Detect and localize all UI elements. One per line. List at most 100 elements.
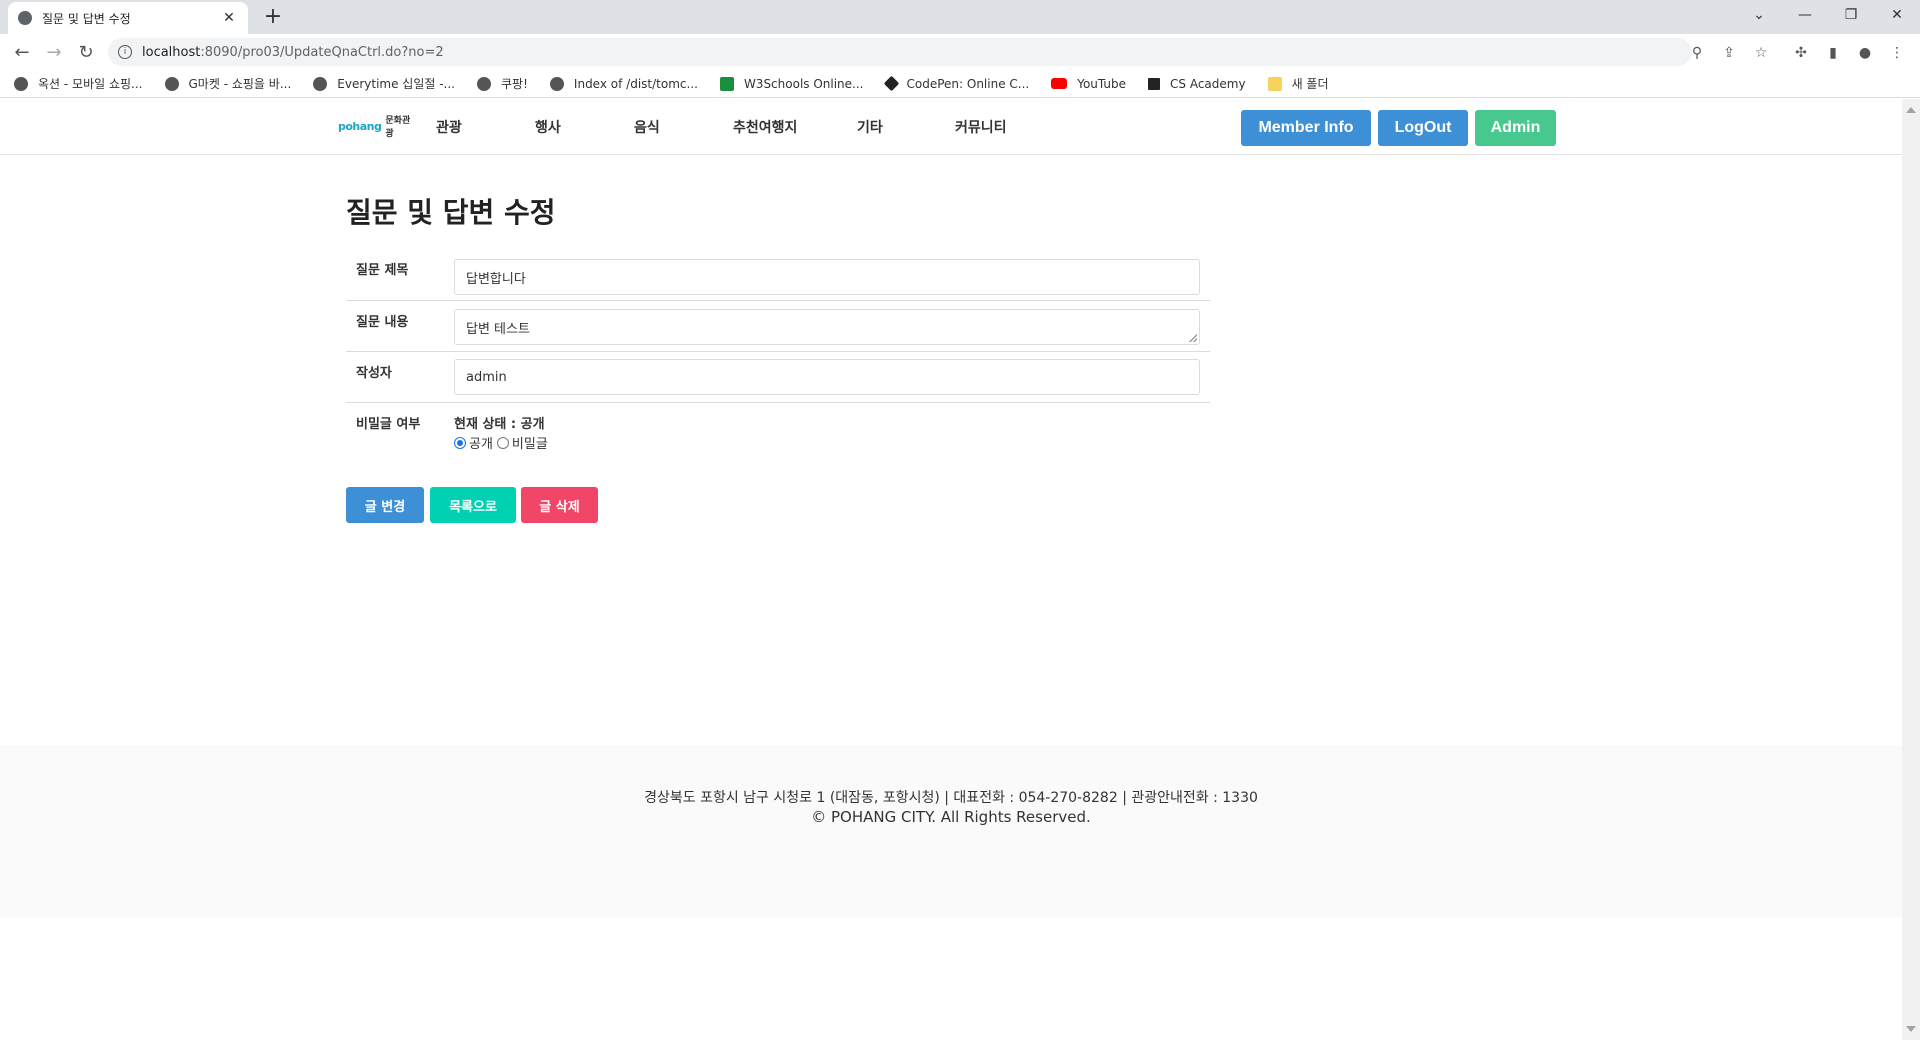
restore-button[interactable]: ❐ (1828, 0, 1874, 30)
menu-tourism[interactable]: 관광 (436, 117, 462, 137)
author-input[interactable]: admin (454, 359, 1200, 395)
title-label: 질문 제목 (356, 263, 409, 278)
bookmark-item[interactable]: G마켓 - 쇼핑을 바... (164, 75, 292, 92)
title-row: 질문 제목 답변합니다 (346, 249, 1210, 301)
page-viewport: pohang 문화관광 관광 행사 음식 추천여행지 기타 커뮤니티 Membe… (0, 99, 1902, 1040)
bookmark-label: CodePen: Online C... (906, 76, 1030, 91)
radio-secret-label: 비밀글 (511, 437, 548, 452)
menu-community[interactable]: 커뮤니티 (955, 117, 1007, 137)
globe-icon (477, 76, 492, 91)
radio-secret[interactable] (496, 436, 509, 449)
logo-subtext: 문화관광 (385, 116, 411, 139)
content-row: 질문 내용 답변 테스트 (346, 301, 1210, 352)
title-input[interactable]: 답변합니다 (454, 259, 1200, 295)
globe-icon (14, 76, 28, 91)
side-panel-icon[interactable]: ▮ (1822, 42, 1844, 64)
bookmark-star-icon[interactable]: ☆ (1750, 42, 1772, 64)
member-info-button[interactable]: Member Info (1241, 110, 1371, 146)
tab-search-icon[interactable]: ⌄ (1736, 0, 1782, 30)
content-textarea[interactable]: 답변 테스트 (454, 309, 1200, 345)
content-text: 답변 테스트 (466, 321, 530, 337)
youtube-icon (1051, 78, 1068, 89)
browser-tabstrip: 질문 및 답변 수정 ✕ + ⌄ — ❐ ✕ (0, 0, 1920, 34)
bookmark-item[interactable]: CS Academy (1148, 77, 1246, 91)
globe-icon (164, 76, 179, 91)
globe-icon (549, 76, 564, 91)
bookmark-item[interactable]: Index of /dist/tomc... (549, 76, 698, 91)
bookmark-label: 옥션 - 모바일 쇼핑... (38, 77, 143, 91)
bookmark-item[interactable]: 쿠팡! (477, 75, 528, 92)
w3schools-icon (719, 76, 734, 91)
forward-icon[interactable]: → (42, 40, 66, 64)
site-header: pohang 문화관광 관광 행사 음식 추천여행지 기타 커뮤니티 Membe… (0, 99, 1902, 155)
scroll-up-icon[interactable] (1906, 107, 1916, 113)
site-info-icon[interactable]: i (118, 45, 132, 59)
menu-kebab-icon[interactable]: ⋮ (1886, 42, 1908, 64)
new-tab-button[interactable]: + (260, 4, 286, 30)
bookmark-item[interactable]: CodePen: Online C... (883, 75, 1030, 92)
globe-icon (313, 76, 328, 91)
secret-label: 비밀글 여부 (356, 417, 421, 432)
bookmark-label: G마켓 - 쇼핑을 바... (188, 77, 292, 91)
radio-public-label: 공개 (469, 437, 493, 452)
bookmark-item[interactable]: W3Schools Online... (719, 76, 864, 91)
bookmark-item[interactable]: YouTube (1051, 77, 1126, 91)
bookmark-label: Everytime 십일절 -... (337, 77, 456, 91)
bookmark-label: 새 폴더 (1291, 77, 1329, 91)
globe-icon (18, 11, 32, 25)
page-scrollbar[interactable] (1902, 99, 1920, 1040)
bookmarks-bar: 옥션 - 모바일 쇼핑... G마켓 - 쇼핑을 바... Everytime … (0, 70, 1920, 98)
list-button[interactable]: 목록으로 (430, 487, 516, 523)
delete-button[interactable]: 글 삭제 (521, 487, 598, 523)
close-tab-icon[interactable]: ✕ (220, 10, 238, 26)
bookmark-label: CS Academy (1170, 76, 1246, 91)
zoom-icon[interactable]: ⚲ (1686, 42, 1708, 64)
browser-toolbar: ← → ↻ i localhost:8090/pro03/UpdateQnaCt… (0, 34, 1920, 70)
extensions-icon[interactable]: ✣ (1790, 42, 1812, 64)
minimize-button[interactable]: — (1782, 0, 1828, 30)
share-icon[interactable]: ⇪ (1718, 42, 1740, 64)
menu-recommended[interactable]: 추천여행지 (733, 117, 797, 137)
menu-etc[interactable]: 기타 (857, 117, 883, 137)
bookmark-item[interactable]: 옥션 - 모바일 쇼핑... (14, 75, 143, 92)
resize-handle-icon[interactable] (1189, 334, 1197, 342)
bookmark-label: Index of /dist/tomc... (573, 76, 698, 91)
tab-title: 질문 및 답변 수정 (42, 11, 131, 26)
page-title: 질문 및 답변 수정 (346, 196, 556, 229)
author-row: 작성자 admin (346, 352, 1210, 403)
secret-radio-group: 공개 비밀글 (454, 433, 548, 452)
author-label: 작성자 (356, 366, 392, 381)
url-host: localhost (142, 44, 201, 60)
bookmark-label: YouTube (1077, 76, 1127, 91)
logo-text: pohang (338, 119, 382, 133)
menu-food[interactable]: 음식 (634, 117, 660, 137)
footer-address: 경상북도 포항시 남구 시청로 1 (대잠동, 포항시청) | 대표전화 : 0… (644, 790, 1258, 806)
codepen-icon (883, 75, 899, 92)
bookmark-label: 쿠팡! (501, 77, 528, 91)
site-footer: 경상북도 포항시 남구 시청로 1 (대잠동, 포항시청) | 대표전화 : 0… (0, 745, 1902, 917)
close-window-button[interactable]: ✕ (1874, 0, 1920, 30)
url-path: :8090/pro03/UpdateQnaCtrl.do?no=2 (200, 44, 444, 60)
menu-events[interactable]: 행사 (535, 117, 561, 137)
current-status: 현재 상태 : 공개 (454, 417, 545, 432)
admin-button[interactable]: Admin (1475, 110, 1556, 146)
bookmark-label: W3Schools Online... (743, 76, 864, 91)
folder-icon (1267, 76, 1282, 91)
content-label: 질문 내용 (356, 315, 409, 330)
back-icon[interactable]: ← (10, 40, 34, 64)
address-bar[interactable]: i localhost:8090/pro03/UpdateQnaCtrl.do?… (108, 38, 1692, 66)
bookmark-item[interactable]: Everytime 십일절 -... (313, 75, 455, 92)
site-logo[interactable]: pohang 문화관광 (338, 109, 418, 143)
scroll-down-icon[interactable] (1906, 1026, 1916, 1032)
profile-icon[interactable]: ● (1854, 42, 1876, 64)
reload-icon[interactable]: ↻ (74, 40, 98, 64)
bookmark-item[interactable]: 새 폴더 (1267, 75, 1329, 92)
cs-academy-icon (1148, 77, 1161, 90)
radio-public[interactable] (454, 436, 466, 449)
secret-row: 비밀글 여부 현재 상태 : 공개 공개 비밀글 (346, 403, 1210, 459)
qna-edit-form: 질문 제목 답변합니다 질문 내용 답변 테스트 작성자 admin 비밀글 여… (346, 249, 1210, 459)
footer-copyright: © POHANG CITY. All Rights Reserved. (811, 808, 1091, 826)
logout-button[interactable]: LogOut (1378, 110, 1468, 146)
browser-tab[interactable]: 질문 및 답변 수정 ✕ (8, 2, 248, 34)
edit-button[interactable]: 글 변경 (346, 487, 424, 523)
